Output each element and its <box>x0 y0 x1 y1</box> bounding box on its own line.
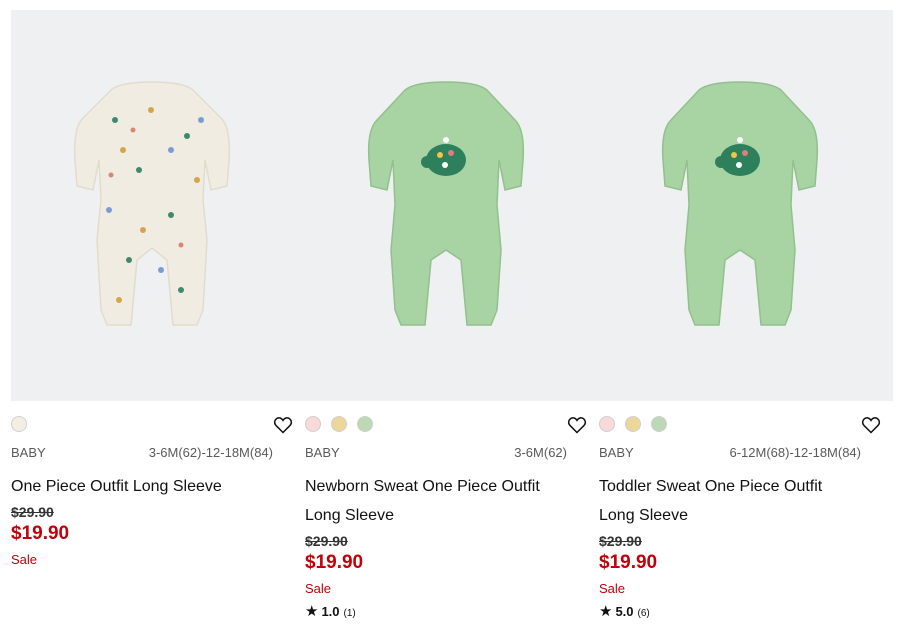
color-swatch-3[interactable] <box>651 416 667 432</box>
heart-icon[interactable] <box>567 415 587 435</box>
star-icon: ★ <box>599 603 613 620</box>
color-swatches <box>599 412 881 440</box>
color-swatch-3[interactable] <box>357 416 373 432</box>
product-title-line[interactable]: Toddler Sweat One Piece Outfit <box>599 472 874 501</box>
green-onesie-turtle-icon <box>367 81 525 326</box>
product-title-line[interactable]: Long Sleeve <box>599 501 874 530</box>
price-block: $29.90 $19.90 Sale ★ 1.0 (1) <box>305 531 505 622</box>
sale-price: $19.90 <box>599 552 658 573</box>
rating-value: 5.0 <box>615 604 634 619</box>
color-swatches <box>11 412 293 440</box>
product-sizes: 6-12M(68)-12-18M(84) <box>729 445 862 460</box>
sale-label: Sale <box>305 581 332 596</box>
product-category: BABY <box>11 445 46 460</box>
patterned-onesie-icon <box>73 81 231 326</box>
product-card-1[interactable]: BABY 3-6M(62)-12-18M(84) One Piece Outfi… <box>11 10 293 567</box>
original-price: $29.90 <box>599 533 642 549</box>
product-title[interactable]: Toddler Sweat One Piece Outfit Long Slee… <box>599 472 874 530</box>
color-swatches <box>305 412 587 440</box>
product-grid: BABY 3-6M(62)-12-18M(84) One Piece Outfi… <box>0 0 898 636</box>
product-category: BABY <box>305 445 340 460</box>
sale-label: Sale <box>599 581 626 596</box>
product-card-2[interactable]: BABY 3-6M(62) Newborn Sweat One Piece Ou… <box>305 10 587 620</box>
original-price: $29.90 <box>11 504 54 520</box>
color-swatch-2[interactable] <box>625 416 641 432</box>
sale-label: Sale <box>11 552 38 567</box>
color-swatch-2[interactable] <box>331 416 347 432</box>
rating-value: 1.0 <box>321 604 340 619</box>
heart-icon[interactable] <box>273 415 293 435</box>
heart-icon[interactable] <box>861 415 881 435</box>
star-icon: ★ <box>305 603 319 620</box>
product-sizes: 3-6M(62)-12-18M(84) <box>148 445 273 460</box>
product-category: BABY <box>599 445 634 460</box>
rating: ★ 5.0 (6) <box>599 604 799 622</box>
rating-count: (6) <box>637 608 650 619</box>
color-swatch-1[interactable] <box>305 416 321 432</box>
product-card-3[interactable]: BABY 6-12M(68)-12-18M(84) Toddler Sweat … <box>599 10 881 620</box>
product-title[interactable]: One Piece Outfit Long Sleeve <box>11 472 286 501</box>
product-image[interactable] <box>305 10 587 401</box>
sale-price: $19.90 <box>305 552 364 573</box>
price-block: $29.90 $19.90 Sale ★ 5.0 (6) <box>599 531 799 622</box>
color-swatch-1[interactable] <box>11 416 27 432</box>
product-sizes: 3-6M(62) <box>514 445 567 460</box>
product-title[interactable]: Newborn Sweat One Piece Outfit Long Slee… <box>305 472 580 530</box>
product-title-line[interactable]: Newborn Sweat One Piece Outfit <box>305 472 580 501</box>
price-block: $29.90 $19.90 Sale <box>11 502 211 568</box>
product-image[interactable] <box>11 10 293 401</box>
color-swatch-1[interactable] <box>599 416 615 432</box>
product-image[interactable] <box>599 10 881 401</box>
sale-price: $19.90 <box>11 523 70 544</box>
original-price: $29.90 <box>305 533 348 549</box>
green-onesie-turtle-icon <box>661 81 819 326</box>
product-title-line[interactable]: One Piece Outfit Long Sleeve <box>11 472 286 501</box>
rating-count: (1) <box>343 608 356 619</box>
product-title-line[interactable]: Long Sleeve <box>305 501 580 530</box>
rating: ★ 1.0 (1) <box>305 604 505 622</box>
